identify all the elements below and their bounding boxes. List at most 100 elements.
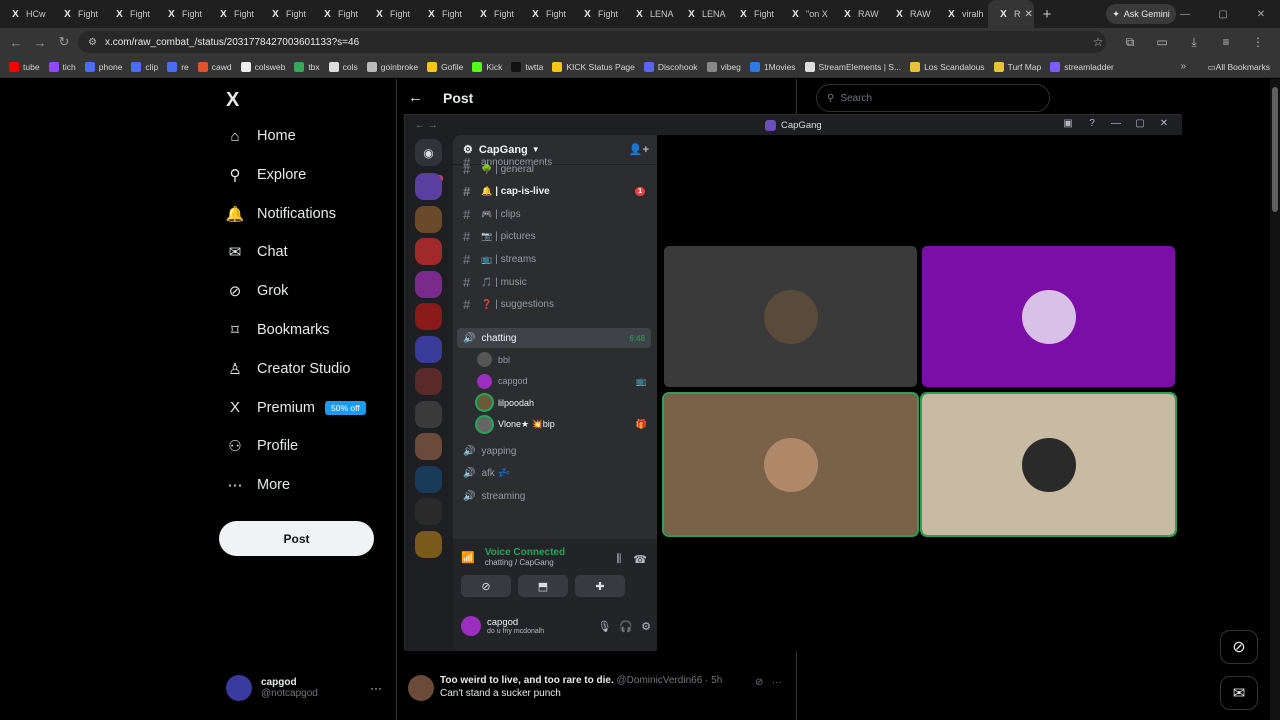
channel-item[interactable]: # 🌳 | general bbox=[457, 159, 651, 179]
voice-participant-tile[interactable] bbox=[922, 246, 1175, 387]
noise-suppression-icon[interactable]: ⫼ bbox=[616, 553, 621, 566]
voice-channel-item[interactable]: 🔊 afk 💤 bbox=[457, 464, 651, 484]
signal-icon[interactable]: 📶 bbox=[461, 551, 475, 564]
bookmark-item[interactable]: tbx bbox=[294, 61, 320, 72]
bookmark-item[interactable]: Los Scandalous bbox=[910, 61, 985, 72]
server-icon[interactable] bbox=[415, 433, 442, 460]
nav-arrows-icon[interactable]: ← → bbox=[415, 120, 438, 131]
browser-tab[interactable]: X Fight bbox=[260, 0, 312, 28]
bookmark-item[interactable]: KICK Status Page bbox=[552, 61, 635, 72]
site-info-icon[interactable]: ⚙ bbox=[88, 37, 97, 48]
camera-button[interactable]: ⊘ bbox=[461, 575, 511, 597]
bookmark-star-icon[interactable]: ☆ bbox=[1082, 35, 1114, 49]
scrollbar-thumb[interactable] bbox=[1272, 87, 1278, 212]
grok-float-button[interactable]: ⊘ bbox=[1220, 630, 1258, 664]
browser-tab[interactable]: X Fight bbox=[728, 0, 780, 28]
server-icon[interactable] bbox=[415, 465, 442, 493]
browser-tab[interactable]: X RAW bbox=[884, 0, 936, 28]
browser-tab[interactable]: X RAW bbox=[832, 0, 884, 28]
browser-tab[interactable]: X Fight bbox=[468, 0, 520, 28]
bookmark-item[interactable]: clip bbox=[131, 61, 158, 72]
voice-participant-tile[interactable] bbox=[920, 392, 1177, 537]
close-icon[interactable]: ✕ bbox=[1152, 118, 1176, 129]
all-bookmarks-button[interactable]: ▭ All Bookmarks bbox=[1208, 56, 1270, 78]
browser-tab[interactable]: X Fight bbox=[416, 0, 468, 28]
reload-icon[interactable]: ↻ bbox=[52, 34, 76, 50]
home-button[interactable]: ◉ bbox=[415, 139, 442, 166]
voice-user[interactable]: lilpoodah bbox=[477, 395, 647, 410]
browser-tab[interactable]: X Fight bbox=[52, 0, 104, 28]
x-logo-icon[interactable]: X bbox=[226, 89, 239, 112]
help-icon[interactable]: ? bbox=[1080, 118, 1104, 129]
server-icon[interactable] bbox=[415, 238, 442, 265]
maximize-icon[interactable]: ▢ bbox=[1128, 118, 1152, 129]
close-tab-icon[interactable]: ✕ bbox=[1025, 9, 1033, 20]
channel-item[interactable]: # 📷 | pictures bbox=[457, 227, 651, 247]
bookmark-item[interactable]: Gofile bbox=[427, 61, 463, 72]
account-switcher[interactable]: capgod @notcapgod bbox=[226, 675, 318, 701]
voice-channel-chatting[interactable]: 🔊 chatting 6:48 bbox=[457, 328, 651, 348]
nav-chat[interactable]: ✉ Chat bbox=[226, 243, 288, 261]
minimize-icon[interactable]: — bbox=[1166, 9, 1204, 20]
nav-bookmarks[interactable]: ⌑ Bookmarks bbox=[226, 321, 329, 339]
bookmark-item[interactable]: streamladder bbox=[1050, 61, 1114, 72]
browser-tab[interactable]: Xviralh bbox=[936, 0, 988, 28]
channel-item[interactable]: # 🎮 | clips bbox=[457, 204, 651, 224]
nav-creator-studio[interactable]: ♙ Creator Studio bbox=[226, 360, 350, 378]
menu-icon[interactable]: ⋮ bbox=[1242, 35, 1274, 49]
nav-home[interactable]: ⌂ Home bbox=[226, 127, 295, 145]
server-icon[interactable] bbox=[415, 303, 442, 330]
bookmark-item[interactable]: Turf Map bbox=[993, 61, 1041, 72]
bookmark-item[interactable]: re bbox=[167, 61, 189, 72]
voice-channel-item[interactable]: 🔊 streaming bbox=[457, 486, 651, 506]
grok-icon[interactable]: ⊘ bbox=[755, 677, 763, 688]
voice-participant-tile[interactable] bbox=[662, 392, 919, 537]
headphones-icon[interactable]: 🎧 bbox=[619, 620, 633, 633]
search-input[interactable]: ⚲ Search bbox=[816, 84, 1050, 112]
reply-tweet[interactable]: Too weird to live, and too rare to die. … bbox=[408, 675, 722, 701]
browser-tab[interactable]: X Fight bbox=[520, 0, 572, 28]
server-icon[interactable] bbox=[415, 173, 442, 200]
bookmark-item[interactable]: phone bbox=[84, 61, 122, 72]
bookmark-item[interactable]: goinbroke bbox=[366, 61, 418, 72]
voice-user[interactable]: capgod 📺 bbox=[477, 373, 647, 389]
channel-item[interactable]: # 🔔 | cap-is-live 1 bbox=[457, 182, 651, 202]
post-button[interactable]: Post bbox=[219, 521, 374, 556]
channel-item[interactable]: # 📺 | streams bbox=[457, 249, 651, 269]
browser-tab[interactable]: X LENA bbox=[676, 0, 728, 28]
server-icon[interactable] bbox=[415, 205, 442, 233]
avatar[interactable] bbox=[461, 616, 481, 636]
nav-premium[interactable]: X Premium 50% off bbox=[226, 399, 366, 417]
browser-tab[interactable]: X "on X bbox=[780, 0, 832, 28]
server-icon[interactable] bbox=[415, 530, 442, 558]
account-more-icon[interactable]: ··· bbox=[370, 681, 382, 695]
forward-icon[interactable]: → bbox=[28, 35, 52, 50]
nav-notifications[interactable]: 🔔 Notifications bbox=[226, 205, 336, 223]
nav-more[interactable]: ⋯ More bbox=[226, 476, 291, 494]
server-icon[interactable] bbox=[415, 335, 442, 363]
maximize-icon[interactable]: ▢ bbox=[1204, 9, 1242, 20]
media-icon[interactable]: ≡ bbox=[1210, 35, 1242, 49]
voice-user[interactable]: bbl bbox=[477, 352, 647, 367]
url-input[interactable]: ⚙ x.com/raw_combat_/status/2031778427003… bbox=[78, 31, 1106, 53]
disconnect-icon[interactable]: ☎ bbox=[633, 553, 647, 566]
inbox-icon[interactable]: ▣ bbox=[1056, 118, 1080, 129]
voice-location[interactable]: chatting / CapGang bbox=[485, 558, 565, 567]
server-icon[interactable] bbox=[415, 368, 442, 395]
browser-tab[interactable]: X Fight bbox=[104, 0, 156, 28]
voice-participant-tile[interactable] bbox=[664, 246, 917, 387]
more-icon[interactable]: ··· bbox=[772, 677, 782, 688]
browser-tab[interactable]: X LENA bbox=[624, 0, 676, 28]
screenshare-button[interactable]: ⬒ bbox=[518, 575, 568, 597]
bookmark-item[interactable]: Discohook bbox=[643, 61, 698, 72]
bookmark-item[interactable]: tube bbox=[9, 61, 40, 72]
channel-item[interactable]: # ❓ | suggestions bbox=[457, 295, 651, 315]
channel-item[interactable]: # 🎵 | music bbox=[457, 272, 651, 292]
new-tab-button[interactable]: + bbox=[1034, 6, 1060, 23]
server-icon[interactable] bbox=[415, 498, 442, 525]
extensions-icon[interactable]: ⧉ bbox=[1114, 35, 1146, 50]
bookmark-item[interactable]: Kick bbox=[472, 61, 502, 72]
download-icon[interactable]: ⤓ bbox=[1178, 35, 1210, 50]
back-icon[interactable]: ← bbox=[4, 35, 28, 50]
bookmark-item[interactable]: twtta bbox=[511, 61, 543, 72]
